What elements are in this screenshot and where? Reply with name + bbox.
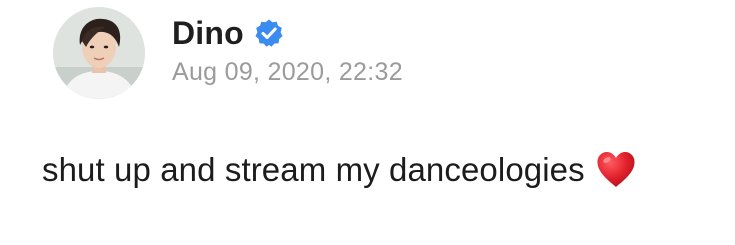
author-avatar[interactable] [53,7,145,99]
author-name[interactable]: Dino [172,15,244,52]
post-text: shut up and stream my danceologies [42,151,585,188]
post-timestamp: Aug 09, 2020, 22:32 [172,58,403,86]
profile-photo [53,7,145,99]
post-card: Dino Aug 09, 2020, 22:32 shut up and str… [0,0,735,245]
red-heart-icon [595,150,637,190]
author-row: Dino [172,13,284,53]
verified-badge-icon [254,18,284,48]
post-message: shut up and stream my danceologies [42,148,637,192]
